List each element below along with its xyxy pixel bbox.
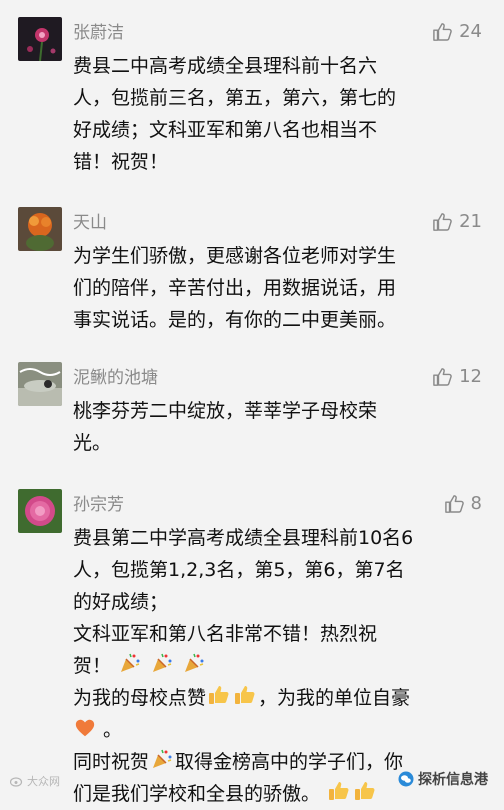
comment-line: 好成绩；文科亚军和第八名也相当不 — [73, 119, 378, 141]
comment-text: 桃李芬芳二中绽放，莘莘学子母校荣 光。 — [73, 395, 483, 459]
watermark-left-text: 大众网 — [27, 775, 60, 788]
flower-avatar-icon — [18, 17, 62, 61]
party-popper-icon — [153, 653, 172, 672]
like-count: 8 — [470, 493, 482, 514]
comment-text: 为学生们骄傲，更感谢各位老师对学生 们的陪伴，辛苦付出，用数据说话，用 事实说话… — [73, 240, 483, 336]
comment-line: 人，包揽前三名，第五，第六，第七的 — [73, 87, 397, 109]
comment-line: 。 — [73, 714, 483, 746]
comment-segment: 取得金榜高中的学子们，你 — [175, 751, 404, 773]
comment-line: 文科亚军和第八名非常不错！热烈祝 — [73, 623, 378, 645]
comment-line: 错！祝贺！ — [73, 151, 169, 173]
comment-line: 费县第二中学高考成绩全县理科前10名6 — [73, 527, 414, 549]
comment-line: 为我的母校点赞 ，为我的单位自豪 — [73, 682, 483, 714]
party-popper-icon — [185, 653, 204, 672]
watermark-right: 探析信息港 — [398, 769, 488, 789]
comment-segment: 贺！ — [73, 655, 112, 677]
comment-segment: 。 — [103, 719, 123, 741]
like-count: 21 — [459, 211, 482, 232]
wechat-logo-icon — [398, 771, 414, 787]
watermark-right-text: 探析信息港 — [418, 772, 488, 788]
thumbs-up-emoji-icon — [209, 686, 229, 704]
thumbs-up-icon — [433, 23, 452, 41]
comment-line: 为学生们骄傲，更感谢各位老师对学生 — [73, 245, 397, 267]
like-count: 12 — [459, 366, 482, 387]
comment-segment: 为我的母校点赞 — [73, 687, 207, 709]
comment-text: 费县二中高考成绩全县理科前十名六 人，包揽前三名，第五，第六，第七的 好成绩；文… — [73, 50, 483, 178]
avatar[interactable] — [18, 17, 62, 61]
commenter-name[interactable]: 天山 — [73, 213, 107, 233]
thumbs-up-icon — [444, 495, 464, 513]
comment-line: 的好成绩； — [73, 591, 169, 613]
like-count: 24 — [459, 21, 482, 42]
thumbs-up-icon — [433, 213, 452, 231]
pond-avatar-icon — [18, 362, 62, 406]
party-popper-icon — [153, 749, 172, 768]
comment-line: 们的陪伴，辛苦付出，用数据说话，用 — [73, 277, 397, 299]
comment-line: 贺！ — [73, 650, 483, 682]
comment-line: 事实说话。是的，有你的二中更美丽。 — [73, 309, 397, 331]
weibo-logo-icon — [10, 777, 23, 787]
commenter-name[interactable]: 泥鳅的池塘 — [73, 368, 158, 388]
thumbs-up-emoji-icon — [235, 686, 255, 704]
like-button[interactable]: 8 — [444, 493, 482, 515]
avatar[interactable] — [18, 207, 62, 251]
comment-segment: ，为我的单位自豪 — [258, 687, 411, 709]
comment-segment: 同时祝贺 — [73, 751, 150, 773]
cactus-flower-avatar-icon — [18, 207, 62, 251]
comment-line: 费县二中高考成绩全县理科前十名六 — [73, 55, 378, 77]
like-button[interactable]: 12 — [432, 366, 482, 388]
avatar[interactable] — [18, 489, 62, 533]
heart-icon — [75, 719, 95, 737]
party-popper-icon — [121, 653, 140, 672]
comment-segment: 们是我们学校和全县的骄傲。 — [73, 783, 321, 805]
like-button[interactable]: 24 — [432, 21, 482, 43]
comment-line: 光。 — [73, 432, 112, 454]
comment-line: 人，包揽第1,2,3名，第5，第6，第7名 — [73, 559, 405, 581]
commenter-name[interactable]: 张蔚洁 — [73, 23, 124, 43]
avatar[interactable] — [18, 362, 62, 406]
comment-text: 费县第二中学高考成绩全县理科前10名6 人，包揽第1,2,3名，第5，第6，第7… — [73, 522, 483, 810]
comment-line: 桃李芬芳二中绽放，莘莘学子母校荣 — [73, 400, 378, 422]
watermark-left: 大众网 — [10, 773, 60, 789]
thumbs-up-emoji-icon — [355, 782, 375, 800]
peony-avatar-icon — [18, 489, 62, 533]
commenter-name[interactable]: 孙宗芳 — [73, 495, 124, 515]
thumbs-up-icon — [433, 368, 452, 386]
like-button[interactable]: 21 — [432, 211, 482, 233]
thumbs-up-emoji-icon — [329, 782, 349, 800]
